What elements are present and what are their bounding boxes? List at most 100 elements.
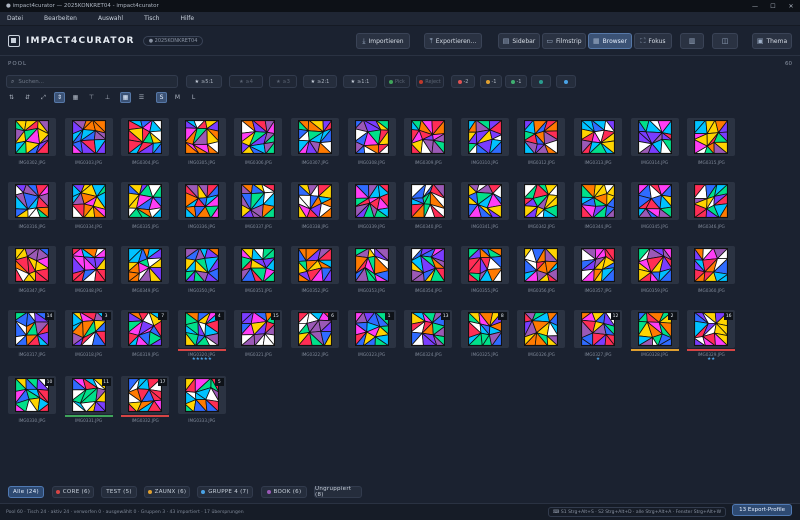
thumbnail-image[interactable]: 8 xyxy=(460,310,509,348)
thumbnail-card[interactable]: IMG0360.JPG xyxy=(687,246,736,293)
focus-view-button[interactable]: ⛶ Fokus xyxy=(634,33,672,49)
thumbnail-card[interactable]: IMG0355.JPG xyxy=(460,246,509,293)
thumbnail-image[interactable]: 6 xyxy=(291,310,339,348)
thumbnail-card[interactable]: IMG0349.JPG xyxy=(121,246,170,293)
thumbnail-card[interactable]: 16 IMG0329.JPG ★★ xyxy=(687,310,736,363)
thumbnail-image[interactable] xyxy=(177,118,226,156)
sort-name-icon[interactable]: ⇕ xyxy=(54,92,65,103)
thumbnail-card[interactable]: IMG0359.JPG xyxy=(630,246,679,293)
thumbnail-card[interactable]: IMG0309.JPG xyxy=(404,118,453,165)
thumbnail-card[interactable]: IMG0352.JPG xyxy=(291,246,339,293)
thumbnail-card[interactable]: 4 IMG0320.JPG ★★★★★ xyxy=(177,310,226,363)
thumbnail-image[interactable] xyxy=(234,182,283,220)
menu-bearbeiten[interactable]: Bearbeiten xyxy=(44,15,77,22)
thumbnail-image[interactable]: 2 xyxy=(630,310,679,348)
thumbnail-card[interactable]: IMG0316.JPG xyxy=(8,182,56,229)
thumbnail-image[interactable]: 13 xyxy=(404,310,453,348)
thumbnail-image[interactable]: 17 xyxy=(121,376,170,414)
thumbnail-image[interactable] xyxy=(404,246,453,284)
thumbnail-image[interactable] xyxy=(234,246,283,284)
align-bottom-icon[interactable]: ⊥ xyxy=(102,92,113,103)
thumbnail-image[interactable] xyxy=(8,246,56,284)
thumbnail-image[interactable] xyxy=(630,246,679,284)
filter-chip[interactable]: -1 xyxy=(505,75,527,88)
thumbnail-card[interactable]: IMG0304.JPG xyxy=(121,118,170,165)
thumbnail-image[interactable] xyxy=(347,118,396,156)
thumbnail-card[interactable]: 1 IMG0323.JPG xyxy=(347,310,396,357)
thumbnail-card[interactable]: 17 IMG0332.JPG xyxy=(121,376,170,423)
group-tab[interactable]: CORE (6) xyxy=(52,486,94,498)
browser-view-button[interactable]: ▦ Browser xyxy=(588,33,632,49)
thumbnail-card[interactable]: IMG0302.JPG xyxy=(8,118,56,165)
thumbnail-image[interactable]: 1 xyxy=(347,310,396,348)
thumbnail-image[interactable] xyxy=(687,118,736,156)
size-m-button[interactable]: M xyxy=(172,92,183,103)
filter-chip[interactable] xyxy=(556,75,576,88)
thumbnail-image[interactable] xyxy=(121,118,170,156)
thumbnail-card[interactable]: IMG0346.JPG xyxy=(687,182,736,229)
thumbnail-card[interactable]: 3 IMG0318.JPG xyxy=(64,310,113,357)
filter-chip[interactable]: ★ ≥5:1 xyxy=(186,75,222,88)
thumbnail-image[interactable] xyxy=(687,182,736,220)
thumbnail-image[interactable] xyxy=(291,118,339,156)
group-tab[interactable]: ZAUNX (6) xyxy=(144,486,190,498)
thumbnail-image[interactable]: 14 xyxy=(8,310,56,348)
thumbnail-card[interactable]: 13 IMG0324.JPG xyxy=(404,310,453,357)
thumbnail-image[interactable] xyxy=(404,118,453,156)
calendar-icon[interactable]: ▦ xyxy=(70,92,81,103)
thumbnail-image[interactable] xyxy=(460,118,509,156)
grid-view-icon[interactable]: ▦ xyxy=(120,92,131,103)
thumbnail-image[interactable] xyxy=(687,246,736,284)
thumbnail-image[interactable] xyxy=(234,118,283,156)
thumbnail-image[interactable] xyxy=(574,182,622,220)
thumbnail-image[interactable] xyxy=(517,310,566,348)
maximize-icon[interactable]: ☐ xyxy=(764,3,782,10)
thumbnail-image[interactable]: 12 xyxy=(574,310,622,348)
thumbnail-card[interactable]: IMG0326.JPG xyxy=(517,310,566,357)
thumbnail-card[interactable]: 6 IMG0322.JPG xyxy=(291,310,339,357)
thumbnail-card[interactable]: 11 IMG0331.JPG xyxy=(64,376,113,423)
export-button[interactable]: ⤒ Exportieren... xyxy=(424,33,482,49)
menu-auswahl[interactable]: Auswahl xyxy=(98,15,123,22)
import-button[interactable]: ⤓ Importieren xyxy=(356,33,410,49)
filmstrip-view-button[interactable]: ▭ Filmstrip xyxy=(542,33,586,49)
thumbnail-image[interactable]: 7 xyxy=(121,310,170,348)
thumbnail-image[interactable] xyxy=(291,246,339,284)
thumbnail-image[interactable]: 4 xyxy=(177,310,226,348)
thumbnail-image[interactable]: 16 xyxy=(687,310,736,348)
thumbnail-image[interactable] xyxy=(64,118,113,156)
size-l-button[interactable]: L xyxy=(188,92,199,103)
group-tab[interactable]: TEST (5) xyxy=(101,486,137,498)
size-s-button[interactable]: S xyxy=(156,92,167,103)
thumbnail-card[interactable]: IMG0310.JPG xyxy=(460,118,509,165)
thumbnail-image[interactable] xyxy=(177,246,226,284)
thumbnail-card[interactable]: IMG0353.JPG xyxy=(347,246,396,293)
filter-chip[interactable]: ★ ≥2:1 xyxy=(303,75,337,88)
thumbnail-card[interactable]: IMG0342.JPG xyxy=(517,182,566,229)
thumbnail-image[interactable] xyxy=(630,182,679,220)
thumbnail-image[interactable] xyxy=(347,246,396,284)
thumbnail-image[interactable] xyxy=(177,182,226,220)
filter-chip[interactable] xyxy=(531,75,551,88)
thumbnail-image[interactable] xyxy=(8,182,56,220)
thumbnail-card[interactable]: IMG0335.JPG xyxy=(121,182,170,229)
list-view-icon[interactable]: ☰ xyxy=(136,92,147,103)
search-input[interactable] xyxy=(18,78,169,85)
thumbnail-image[interactable] xyxy=(517,182,566,220)
thumbnail-image[interactable] xyxy=(630,118,679,156)
thumbnail-card[interactable]: IMG0314.JPG xyxy=(630,118,679,165)
thumbnail-card[interactable]: IMG0313.JPG xyxy=(574,118,622,165)
thumbnail-image[interactable]: 5 xyxy=(177,376,226,414)
thumbnail-image[interactable] xyxy=(517,246,566,284)
filter-chip[interactable]: Reject xyxy=(416,75,444,88)
thumbnail-card[interactable]: IMG0337.JPG xyxy=(234,182,283,229)
thumbnail-image[interactable] xyxy=(291,182,339,220)
thumbnail-card[interactable]: IMG0345.JPG xyxy=(630,182,679,229)
thumbnail-image[interactable] xyxy=(517,118,566,156)
group-tab[interactable]: Alle (24) xyxy=(8,486,44,498)
thumbnail-image[interactable]: 10 xyxy=(8,376,56,414)
menu-hilfe[interactable]: Hilfe xyxy=(180,15,194,22)
thumbnail-card[interactable]: IMG0336.JPG xyxy=(177,182,226,229)
thumbnail-card[interactable]: 12 IMG0327.JPG ★ xyxy=(574,310,622,363)
thumbnail-card[interactable]: IMG0341.JPG xyxy=(460,182,509,229)
